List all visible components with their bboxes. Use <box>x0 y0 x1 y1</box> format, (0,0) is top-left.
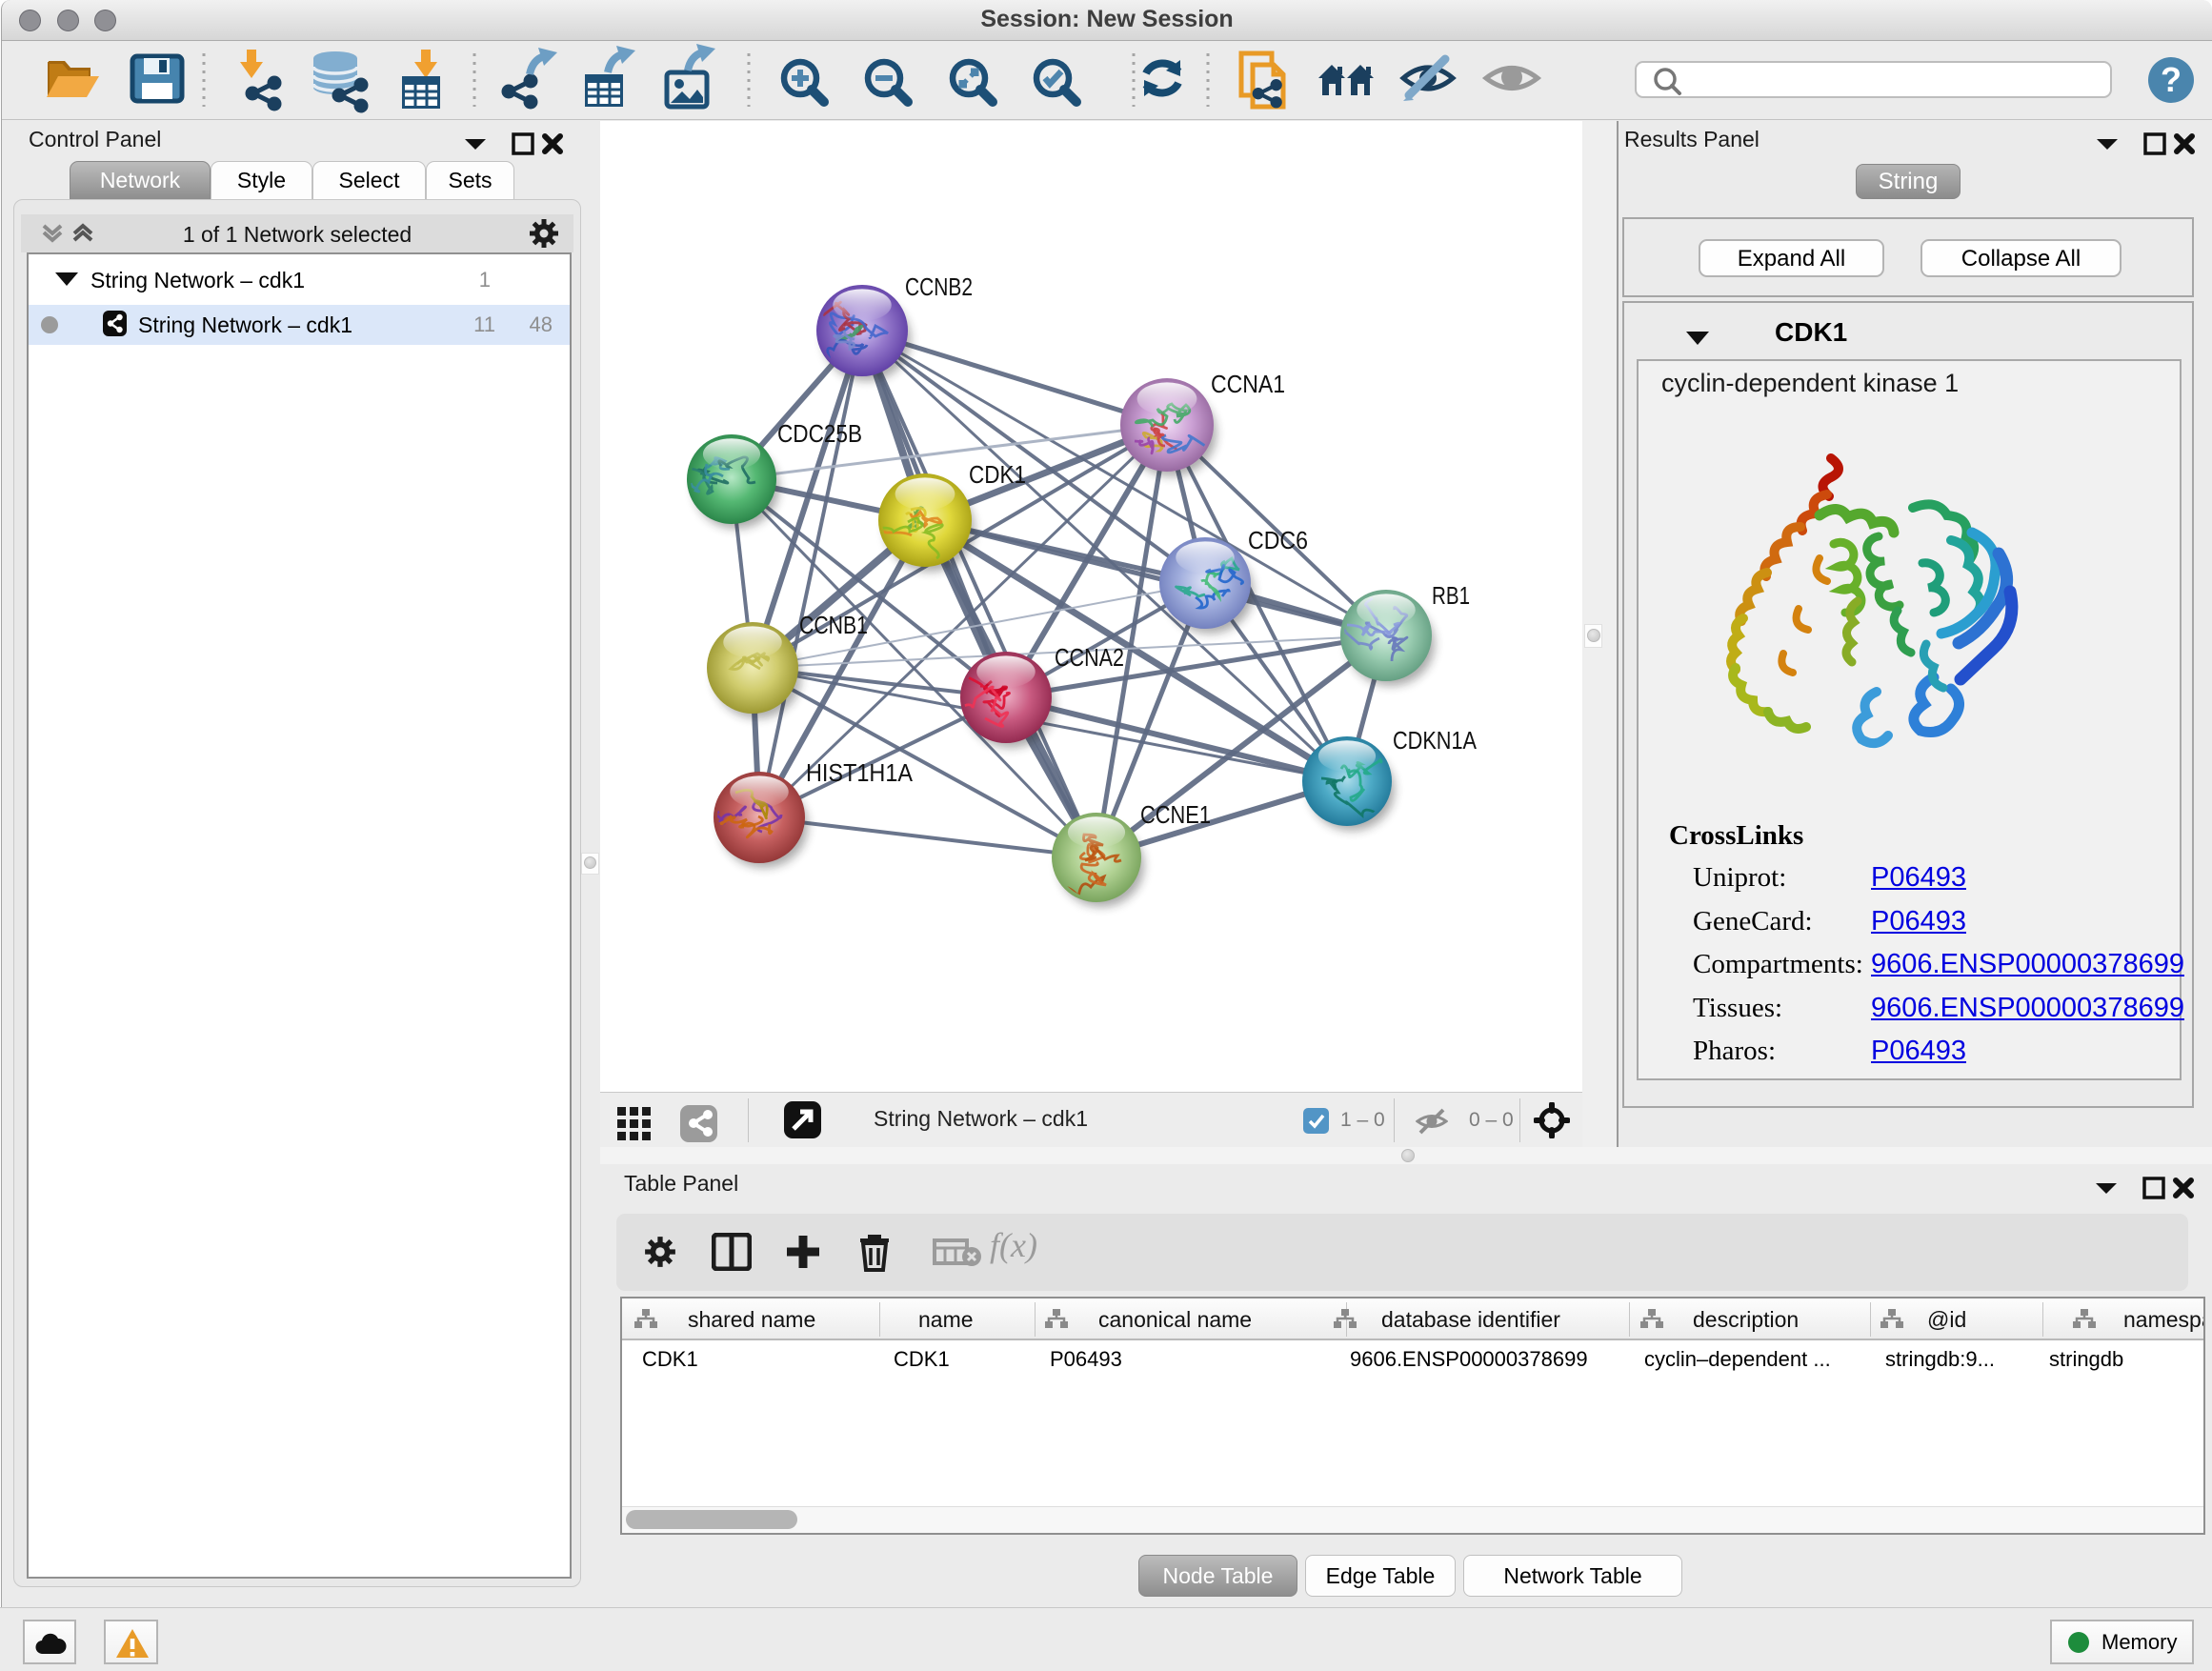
svg-text:CCNA1: CCNA1 <box>1211 370 1285 398</box>
svg-text:CCNA2: CCNA2 <box>1055 643 1124 672</box>
svg-text:CDC25B: CDC25B <box>777 419 862 448</box>
svg-text:CCNE1: CCNE1 <box>1140 800 1211 829</box>
svg-text:CDKN1A: CDKN1A <box>1393 726 1478 755</box>
svg-text:HIST1H1A: HIST1H1A <box>806 758 914 787</box>
svg-text:CDC6: CDC6 <box>1248 526 1308 554</box>
svg-text:RB1: RB1 <box>1432 581 1470 610</box>
svg-text:CDK1: CDK1 <box>969 460 1026 489</box>
svg-text:?: ? <box>2161 60 2182 99</box>
svg-text:CCNB1: CCNB1 <box>799 611 868 639</box>
svg-text:CCNB2: CCNB2 <box>905 272 973 301</box>
